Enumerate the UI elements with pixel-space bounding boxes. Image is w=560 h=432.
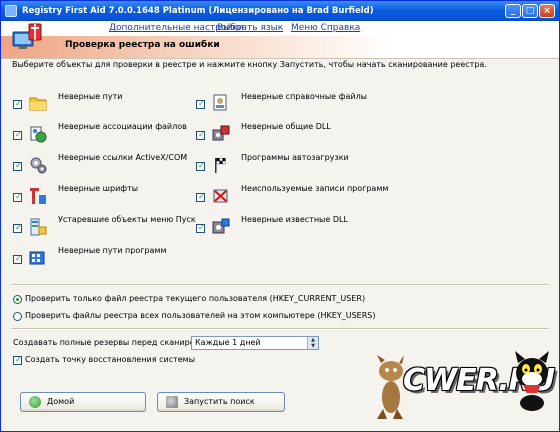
start-scan-button-label: Запустить поиск	[184, 397, 255, 406]
spinner-arrows-icon[interactable]: ▲ ▼	[307, 337, 318, 349]
known-dll-checkbox[interactable]: ✓	[196, 224, 205, 233]
divider	[11, 328, 549, 330]
backup-frequency-select[interactable]: Каждые 1 дней ▲ ▼	[191, 336, 319, 350]
help-files-checkbox[interactable]: ✓	[196, 100, 205, 109]
shared-dll-label: Неверные общие DLL	[241, 122, 331, 131]
invalid-paths-checkbox[interactable]: ✓	[13, 100, 22, 109]
minimize-button[interactable]: _	[505, 4, 521, 18]
known-dll-icon	[212, 218, 230, 234]
divider	[11, 284, 549, 286]
start-scan-button[interactable]: Запустить поиск	[157, 392, 285, 412]
cat-mascot-icon	[515, 351, 549, 411]
app-window: Registry First Aid 7.0.0.1648 Platinum (…	[0, 0, 560, 432]
program-paths-label: Неверные пути программ	[58, 246, 167, 255]
shared-dll-checkbox[interactable]: ✓	[196, 131, 205, 140]
fonts-checkbox[interactable]: ✓	[13, 193, 22, 202]
start-menu-checkbox[interactable]: ✓	[13, 224, 22, 233]
program-paths-checkbox[interactable]: ✓	[13, 255, 22, 264]
invalid-paths-label: Неверные пути	[58, 92, 123, 101]
program-paths-icon	[29, 251, 45, 265]
menu-select-language[interactable]: Выбрать язык	[217, 21, 283, 36]
watermark-logo: CWER.RU	[369, 351, 555, 429]
maximize-button[interactable]: □	[522, 4, 538, 18]
all-users-radio-label[interactable]: Проверить файлы реестра всех пользовател…	[25, 311, 375, 320]
all-users-radio[interactable]	[13, 312, 22, 321]
startup-label: Программы автозагрузки	[241, 153, 349, 162]
page-title: Проверка реестра на ошибки	[65, 40, 220, 50]
file-associations-label: Неверные ассоциации файлов	[58, 122, 187, 131]
unused-entries-checkbox[interactable]: ✓	[196, 193, 205, 202]
app-icon	[5, 5, 17, 17]
startup-flag-icon	[215, 157, 226, 173]
help-files-label: Неверные справочные файлы	[241, 92, 367, 101]
start-menu-label: Устаревшие объекты меню Пуск	[58, 215, 196, 224]
gears-icon	[30, 157, 47, 174]
fonts-label: Неверные шрифты	[58, 184, 139, 193]
shared-dll-icon	[212, 125, 230, 141]
window-title: Registry First Aid 7.0.0.1648 Platinum (…	[22, 6, 374, 16]
current-user-radio[interactable]	[13, 295, 22, 304]
current-user-radio-label[interactable]: Проверить только файл реестра текущего п…	[25, 294, 365, 303]
folder-icon	[29, 97, 47, 111]
file-associations-checkbox[interactable]: ✓	[13, 131, 22, 140]
home-button[interactable]: Домой	[20, 392, 146, 412]
known-dll-label: Неверные известные DLL	[241, 215, 348, 224]
restore-point-label[interactable]: Создать точку восстановления системы	[25, 355, 195, 364]
home-button-label: Домой	[47, 397, 75, 406]
section-header: Проверка реестра на ошибки	[1, 23, 559, 59]
unused-entries-icon	[213, 189, 228, 203]
instruction-text: Выберите объекты для проверки в реестре …	[12, 60, 487, 69]
registry-scan-icon	[12, 23, 42, 49]
activex-label: Неверные ссылки ActiveX/COM	[58, 153, 188, 162]
title-bar[interactable]: Registry First Aid 7.0.0.1648 Platinum (…	[1, 1, 559, 21]
menu-help[interactable]: Меню Справка	[291, 21, 360, 36]
unused-entries-label: Неиспользуемые записи программ	[241, 184, 389, 193]
activex-checkbox[interactable]: ✓	[13, 162, 22, 171]
startup-checkbox[interactable]: ✓	[196, 162, 205, 171]
help-file-icon	[213, 94, 227, 111]
font-icon	[30, 188, 46, 204]
menu-bar: Дополнительные настройки Выбрать язык Ме…	[1, 21, 559, 36]
restore-point-checkbox[interactable]: ✓	[13, 356, 22, 365]
scan-icon	[166, 396, 178, 408]
home-icon	[29, 396, 41, 408]
close-button[interactable]: ×	[539, 4, 555, 18]
backup-frequency-value: Каждые 1 дней	[195, 338, 261, 347]
file-association-icon	[30, 126, 47, 143]
start-menu-icon	[30, 218, 47, 236]
